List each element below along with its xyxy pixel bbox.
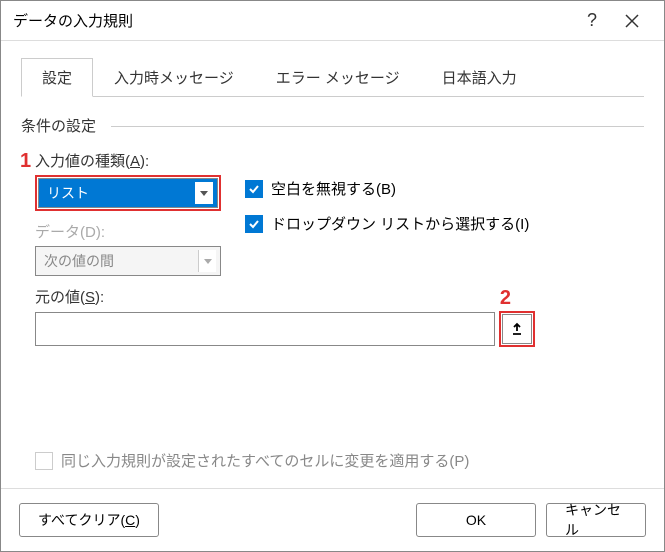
tab-input-message[interactable]: 入力時メッセージ <box>93 58 255 97</box>
fieldset-conditions: 条件の設定 <box>21 115 644 136</box>
ignore-blank-checkbox-row[interactable]: 空白を無視する(B) <box>245 178 644 199</box>
tab-ime[interactable]: 日本語入力 <box>421 58 538 97</box>
apply-all-label: 同じ入力規則が設定されたすべてのセルに変更を適用する(P) <box>61 450 469 471</box>
source-input[interactable] <box>35 312 495 346</box>
cancel-button[interactable]: キャンセル <box>546 503 646 537</box>
close-icon[interactable] <box>612 1 652 41</box>
source-label: 元の値(S): <box>35 286 644 307</box>
titlebar: データの入力規則 ? <box>1 1 664 41</box>
help-icon[interactable]: ? <box>572 1 612 41</box>
ok-button[interactable]: OK <box>416 503 536 537</box>
ignore-blank-label: 空白を無視する(B) <box>271 178 396 199</box>
chevron-down-icon <box>198 250 216 272</box>
data-select: 次の値の間 <box>35 246 221 276</box>
data-select-value: 次の値の間 <box>44 251 114 271</box>
annotation-2: 2 <box>500 287 511 310</box>
apply-all-checkbox <box>35 452 53 470</box>
range-select-icon <box>510 322 524 336</box>
footer: すべてクリア(C) OK キャンセル <box>1 488 664 551</box>
allow-select[interactable]: リスト <box>38 178 218 208</box>
ignore-blank-checkbox[interactable] <box>245 180 263 198</box>
allow-select-value: リスト <box>47 183 89 203</box>
tab-error-message[interactable]: エラー メッセージ <box>255 58 421 97</box>
dropdown-checkbox-row[interactable]: ドロップダウン リストから選択する(I) <box>245 213 644 234</box>
allow-label: 入力値の種類(A): <box>35 150 245 171</box>
data-label: データ(D): <box>35 221 245 242</box>
apply-all-row: 同じ入力規則が設定されたすべてのセルに変更を適用する(P) <box>15 450 489 471</box>
dialog-title: データの入力規則 <box>13 10 572 31</box>
annotation-1: 1 <box>20 150 31 173</box>
fieldset-label-text: 条件の設定 <box>21 118 96 135</box>
tab-bar: 設定 入力時メッセージ エラー メッセージ 日本語入力 <box>21 57 644 97</box>
dropdown-checkbox[interactable] <box>245 215 263 233</box>
clear-all-button[interactable]: すべてクリア(C) <box>19 503 159 537</box>
chevron-down-icon <box>195 182 213 204</box>
range-select-button[interactable] <box>502 314 532 344</box>
tab-settings[interactable]: 設定 <box>21 58 93 97</box>
dropdown-label: ドロップダウン リストから選択する(I) <box>271 213 529 234</box>
